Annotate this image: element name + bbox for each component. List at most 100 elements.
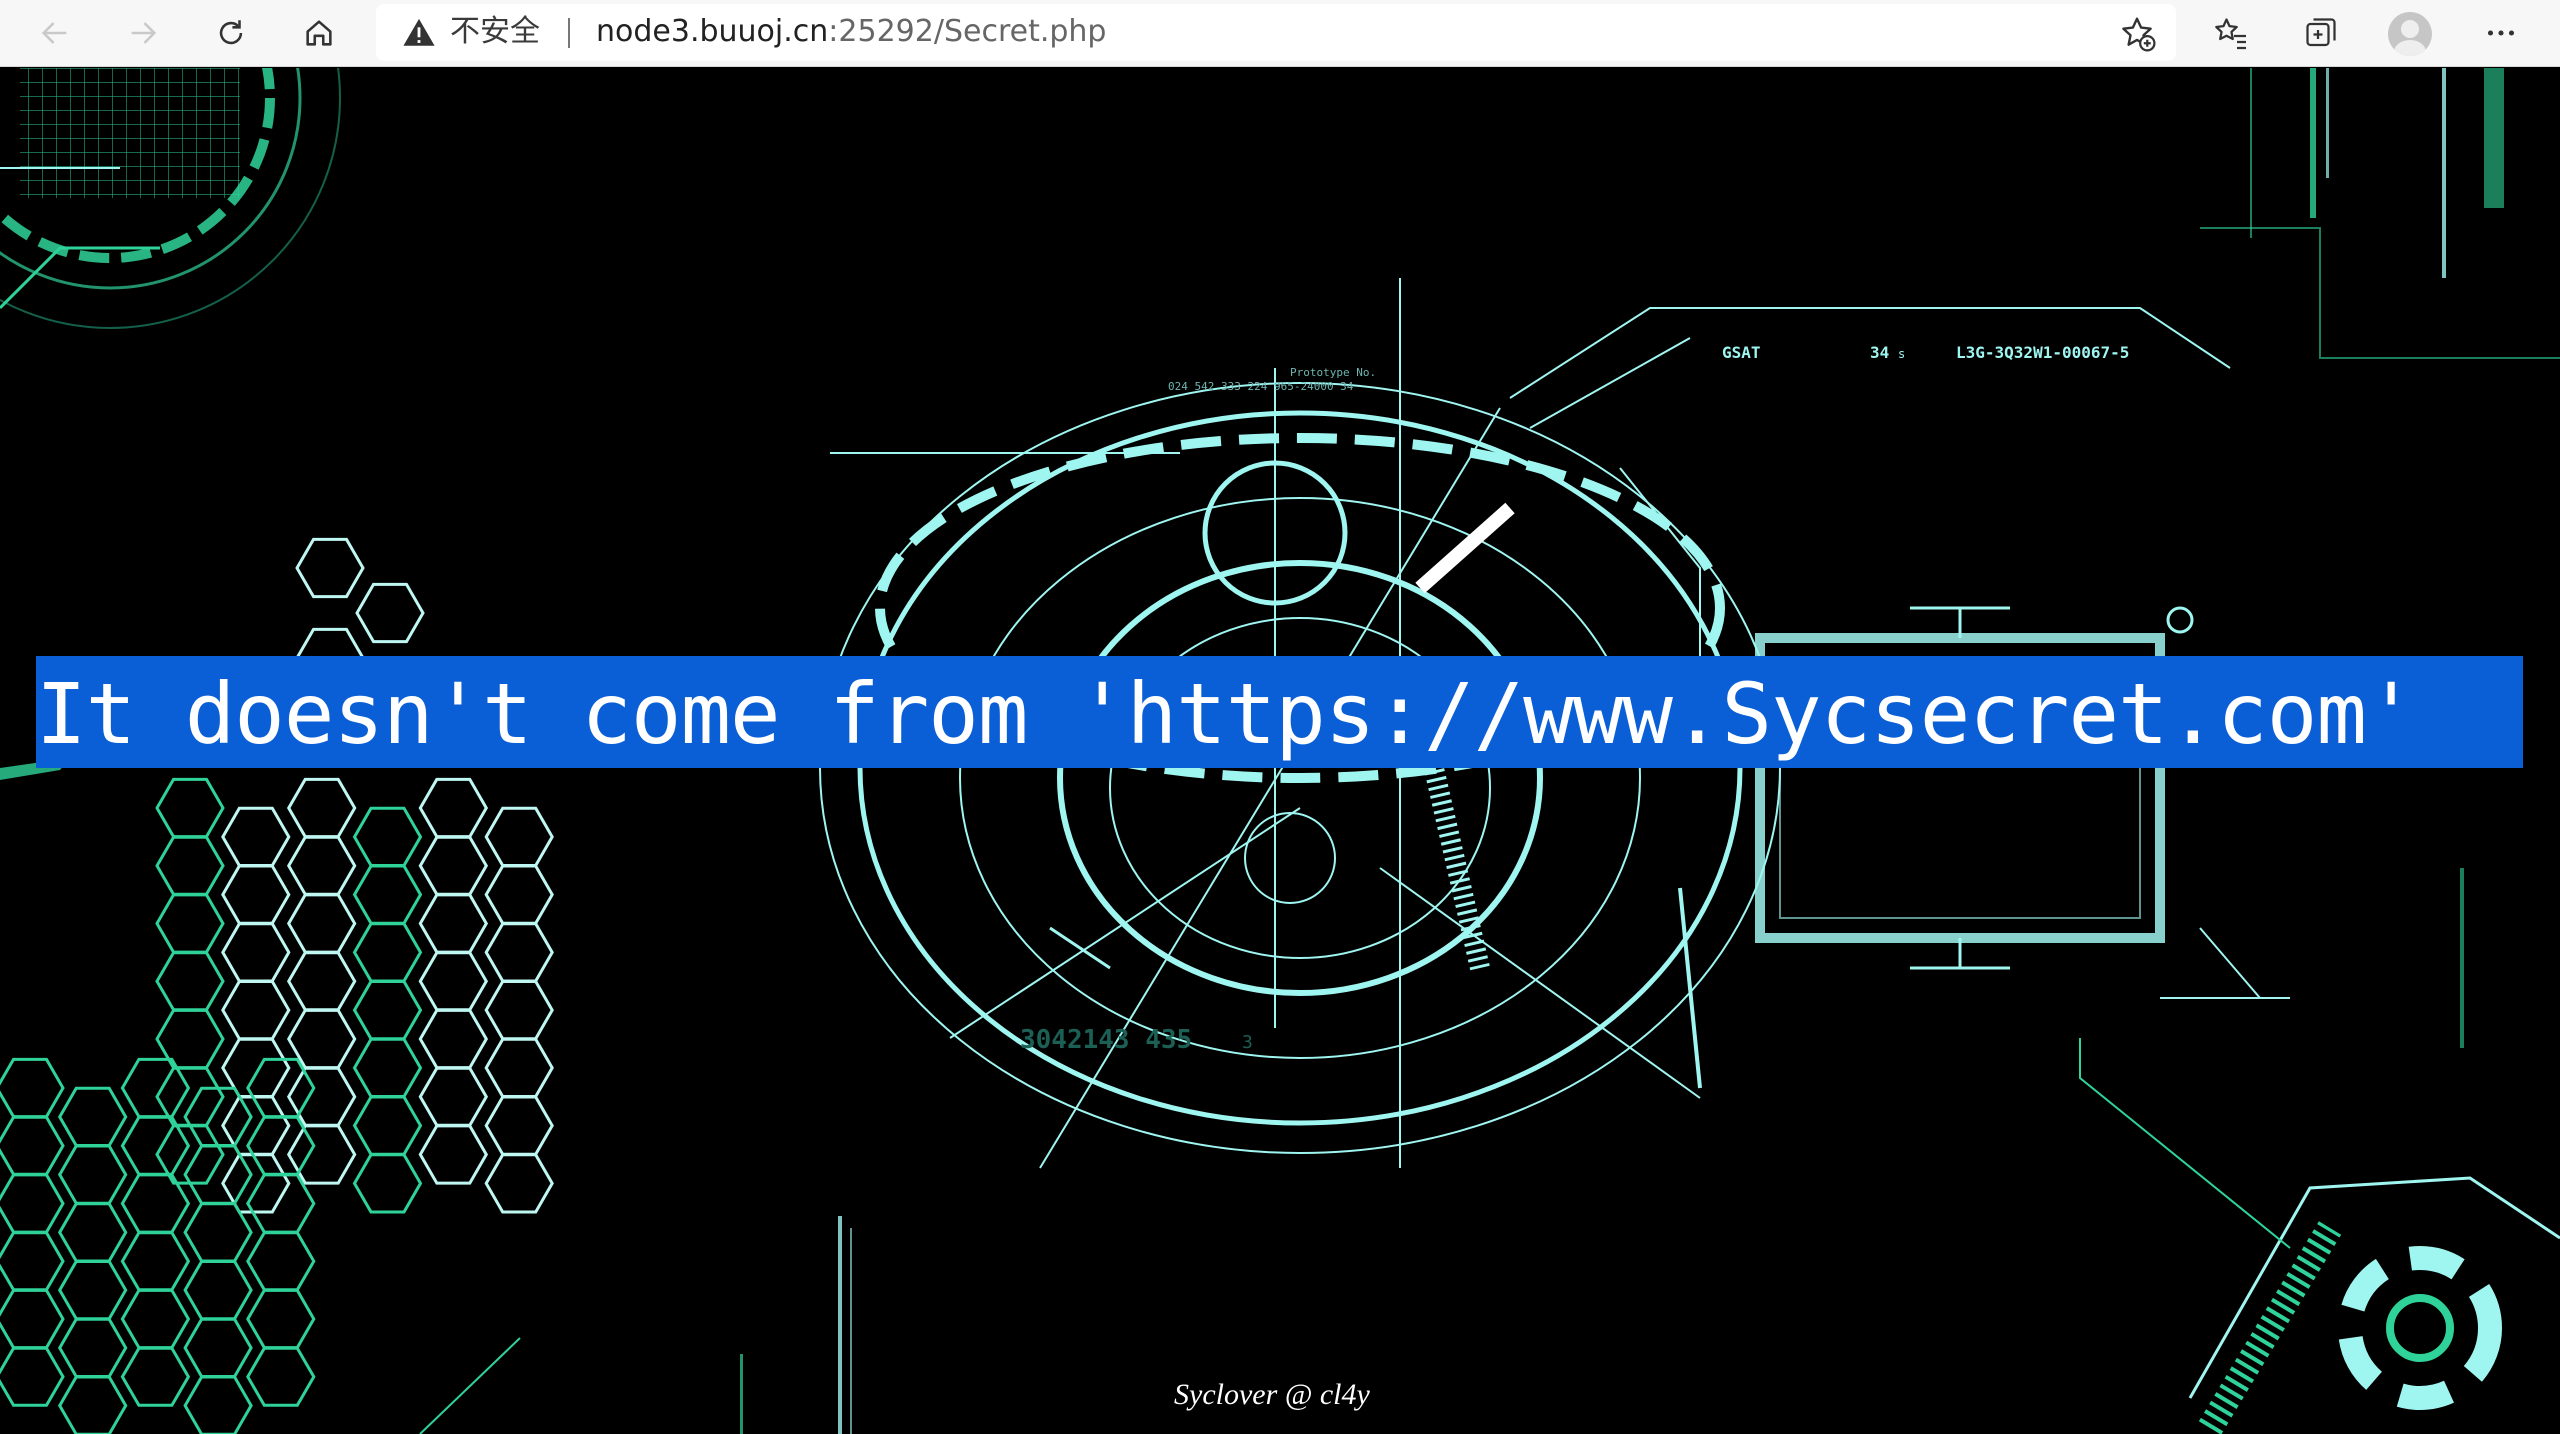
hexagon (246, 1231, 316, 1292)
hexagon (484, 864, 554, 925)
hexagon (183, 1317, 253, 1378)
menu-button[interactable] (2476, 8, 2526, 58)
hud-label-lower-code: 3042143 435 (1020, 1025, 1192, 1055)
forward-button[interactable] (118, 8, 168, 58)
hexagon (246, 1057, 316, 1119)
browser-toolbar: 不安全 node3.buuoj.cn:25292/Secret.php (0, 0, 2560, 67)
home-button[interactable] (294, 8, 344, 58)
url-host: node3.buuoj.cn (596, 14, 829, 49)
hexagon (57, 1202, 128, 1263)
hexagon (221, 864, 291, 925)
avatar-body (2394, 40, 2426, 56)
address-bar[interactable]: 不安全 node3.buuoj.cn:25292/Secret.php (376, 4, 2176, 61)
bottom-ruler (419, 1216, 852, 1434)
hexagon (418, 893, 489, 954)
footer-credit: Syclover @ cl4y (1174, 1378, 1370, 1411)
hexagon (484, 1153, 554, 1214)
home-icon (306, 20, 332, 46)
hexagon (352, 1095, 423, 1156)
hexagon (352, 922, 423, 983)
hexagon (295, 537, 365, 599)
hexagon (286, 777, 357, 839)
security-status[interactable]: 不安全 (450, 12, 540, 52)
hexagon (418, 1124, 489, 1185)
warning-triangle-icon[interactable] (402, 16, 436, 50)
avatar[interactable] (2388, 12, 2432, 56)
top-left-ring-gadget (0, 68, 341, 329)
hexagon (57, 1375, 128, 1434)
hexagon (484, 1037, 554, 1098)
star-list-icon (2215, 18, 2246, 50)
bottom-right-gadget (2079, 868, 2560, 1434)
hexagon (57, 1144, 128, 1205)
hexagon (221, 922, 291, 983)
message-text: It doesn't come from 'https://www.Sycsec… (36, 665, 2416, 763)
hexagon (286, 951, 357, 1012)
hexagon (120, 1288, 191, 1350)
hexagon (246, 1173, 316, 1234)
hexagon (120, 1115, 191, 1176)
reload-button[interactable] (206, 8, 256, 58)
hexagon (352, 1037, 423, 1098)
hexagon (183, 1202, 253, 1263)
hexagon (183, 1375, 253, 1434)
more-icon (2487, 30, 2515, 36)
refresh-icon (219, 20, 243, 45)
favorites-button[interactable] (2206, 8, 2256, 58)
hexagon (57, 1260, 128, 1321)
hexagon (183, 1086, 253, 1147)
hexagon (120, 1057, 191, 1119)
hud-label-serial: 024 542 333 224 965-24000 34 (1168, 380, 1354, 393)
hexagon (0, 1288, 65, 1350)
url-path: :25292/Secret.php (828, 14, 1107, 49)
hud-label-lower-code-suffix: 3 (1242, 1032, 1253, 1053)
collections-icon (2306, 18, 2336, 47)
avatar-head (2401, 20, 2419, 38)
hexagon (221, 980, 291, 1041)
hexagon (221, 806, 291, 867)
hexagon (57, 1086, 128, 1147)
back-button[interactable] (30, 8, 80, 58)
page-content: GSAT 34 s L3G-3Q32W1-00067-5 Prototype N… (0, 68, 2560, 1434)
hexagon (352, 864, 423, 925)
star-plus-icon[interactable] (2118, 14, 2156, 52)
hexagon (286, 893, 357, 954)
hexagon (183, 1144, 253, 1205)
hexagon (418, 777, 489, 839)
hexagon (246, 1288, 316, 1350)
hexagon (0, 1057, 65, 1119)
arrow-right-icon (131, 22, 157, 44)
hexagon (484, 806, 554, 867)
hexagon (418, 1066, 489, 1127)
hud-label-count-unit: s (1898, 347, 1905, 361)
top-right-bars (2200, 68, 2560, 359)
hexagon (120, 1231, 191, 1292)
collections-button[interactable] (2296, 8, 2346, 58)
hexagon (183, 1260, 253, 1321)
hexagon (484, 980, 554, 1041)
hexagon (246, 1346, 316, 1407)
hexagon (286, 835, 357, 896)
hexagon (155, 951, 225, 1012)
hexagon (155, 893, 225, 954)
address-separator (568, 18, 570, 48)
url-text[interactable]: node3.buuoj.cn:25292/Secret.php (596, 12, 1106, 52)
arrow-left-icon (41, 22, 67, 44)
hexagon (352, 980, 423, 1041)
hexagon (352, 1153, 423, 1214)
hexagon (57, 1317, 128, 1378)
hexagon (120, 1346, 191, 1407)
hexagon (120, 1173, 191, 1234)
hud-label-code: L3G-3Q32W1-00067-5 (1956, 343, 2129, 362)
hexagon (246, 1115, 316, 1176)
hexagon (155, 835, 225, 896)
hexagon (484, 922, 554, 983)
hud-label-gsat: GSAT (1722, 343, 1761, 362)
hexagon (355, 582, 425, 644)
hexagon (484, 1095, 554, 1156)
hexagon (0, 1231, 65, 1292)
hexagon (418, 835, 489, 896)
hexagon (155, 777, 225, 839)
hud-label-count: 34 (1870, 343, 1889, 362)
hexagon (0, 1115, 65, 1176)
